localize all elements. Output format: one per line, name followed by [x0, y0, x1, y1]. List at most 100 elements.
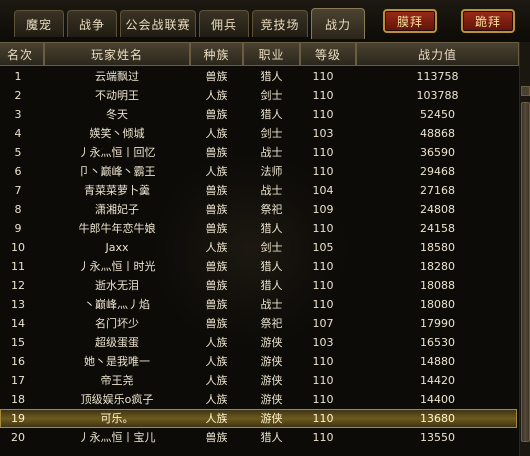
level-cell: 109: [312, 203, 334, 216]
profession-cell: 战士: [260, 146, 283, 159]
player-name-cell: 丶巅峰灬丿焰: [84, 298, 150, 311]
power-cell: 18280: [420, 260, 455, 273]
table-row[interactable]: 15 超级蛋蛋 人族 游侠 103 16530: [0, 333, 517, 352]
profession-cell: 猎人: [260, 108, 283, 121]
level-cell: 107: [312, 317, 334, 330]
table-row[interactable]: 4 媖笑丶倾城 人族 剑士 103 48868: [0, 124, 517, 143]
table-row[interactable]: 11 丿永灬恒丨时光 兽族 猎人 110 18280: [0, 257, 517, 276]
profession-cell: 战士: [260, 184, 283, 197]
scrollbar-thumb[interactable]: [521, 102, 530, 442]
rank-cell: 17: [11, 374, 25, 387]
race-cell: 兽族: [205, 298, 228, 311]
power-cell: 14420: [420, 374, 455, 387]
profession-cell: 游侠: [260, 374, 283, 387]
table-row[interactable]: 6 卩丶巅峰丶霸王 人族 法师 110 29468: [0, 162, 517, 181]
profession-cell: 猎人: [260, 70, 283, 83]
column-header-power[interactable]: 战力值: [356, 42, 519, 66]
tab-guild-war-league[interactable]: 公会战联赛: [120, 10, 196, 37]
player-name-cell: 顶级娱乐o疯子: [80, 393, 154, 406]
player-name-cell: 云端飘过: [95, 70, 139, 83]
table-row[interactable]: 12 逝水无泪 兽族 猎人 110 18088: [0, 276, 517, 295]
race-cell: 人族: [205, 393, 228, 406]
profession-cell: 游侠: [260, 412, 283, 425]
power-cell: 29468: [420, 165, 455, 178]
table-row[interactable]: 20 丿永灬恒丨宝儿 兽族 猎人 110 13550: [0, 428, 517, 447]
level-cell: 110: [312, 165, 334, 178]
power-cell: 18088: [420, 279, 455, 292]
table-row[interactable]: 16 她丶是我唯一 人族 游侠 110 14880: [0, 352, 517, 371]
tab-power[interactable]: 战力: [311, 8, 365, 39]
level-cell: 110: [312, 298, 334, 311]
column-header-race[interactable]: 种族: [190, 42, 243, 66]
profession-cell: 剑士: [260, 241, 283, 254]
profession-cell: 剑士: [260, 89, 283, 102]
column-header-profession[interactable]: 职业: [243, 42, 300, 66]
profession-cell: 战士: [260, 298, 283, 311]
table-row[interactable]: 18 顶级娱乐o疯子 人族 游侠 110 14400: [0, 390, 517, 409]
rank-cell: 13: [11, 298, 25, 311]
table-row[interactable]: 5 丿永灬恒丨回忆 兽族 战士 110 36590: [0, 143, 517, 162]
table-row[interactable]: 7 青菜菜萝卜羹 兽族 战士 104 27168: [0, 181, 517, 200]
tab-mercenary[interactable]: 佣兵: [199, 10, 249, 37]
power-cell: 24808: [420, 203, 455, 216]
power-cell: 27168: [420, 184, 455, 197]
table-row[interactable]: 19 可乐。 人族 游侠 110 13680: [0, 409, 517, 428]
column-header-name[interactable]: 玩家姓名: [44, 42, 190, 66]
tab-bar: 魔宠 战争 公会战联赛 佣兵 竞技场 战力 膜拜 跪拜: [0, 0, 530, 41]
level-cell: 110: [312, 279, 334, 292]
column-header-rank[interactable]: 名次: [0, 42, 44, 66]
rank-cell: 15: [11, 336, 25, 349]
scroll-up-arrow-icon[interactable]: [521, 86, 530, 96]
profession-cell: 游侠: [260, 355, 283, 368]
race-cell: 兽族: [205, 108, 228, 121]
table-row[interactable]: 10 Jaxx 人族 剑士 105 18580: [0, 238, 517, 257]
level-cell: 110: [312, 393, 334, 406]
profession-cell: 游侠: [260, 336, 283, 349]
tab-pet[interactable]: 魔宠: [14, 10, 64, 37]
level-cell: 110: [312, 260, 334, 273]
player-name-cell: 名门坏少: [95, 317, 139, 330]
rank-cell: 9: [14, 222, 22, 235]
profession-cell: 剑士: [260, 127, 283, 140]
profession-cell: 祭祀: [260, 203, 283, 216]
ranking-table-body: 1 云端飘过 兽族 猎人 110 113758 2 不动明王 人族 剑士 110 103788 3 冬天兽…: [0, 67, 517, 447]
table-header: 名次 玩家姓名 种族 职业 等级 战力值: [0, 42, 530, 67]
profession-cell: 猎人: [260, 222, 283, 235]
race-cell: 人族: [205, 374, 228, 387]
profession-cell: 猎人: [260, 431, 283, 444]
table-row[interactable]: 17 帝王尧 人族 游侠 110 14420: [0, 371, 517, 390]
player-name-cell: 逝水无泪: [95, 279, 139, 292]
power-cell: 48868: [420, 127, 455, 140]
level-cell: 103: [312, 336, 334, 349]
rank-cell: 11: [11, 260, 25, 273]
table-row[interactable]: 13 丶巅峰灬丿焰 兽族 战士 110 18080: [0, 295, 517, 314]
table-row[interactable]: 9 牛郎牛年恋牛娘 兽族 猎人 110 24158: [0, 219, 517, 238]
profession-cell: 祭祀: [260, 317, 283, 330]
scrollbar[interactable]: [519, 42, 530, 456]
power-cell: 103788: [416, 89, 459, 102]
player-name-cell: 丿永灬恒丨宝儿: [78, 431, 156, 444]
table-row[interactable]: 14 名门坏少 兽族 祭祀 107 17990: [0, 314, 517, 333]
rank-cell: 20: [11, 431, 25, 444]
worship-button[interactable]: 膜拜: [383, 9, 437, 33]
tab-arena[interactable]: 竞技场: [252, 10, 308, 37]
race-cell: 兽族: [205, 222, 228, 235]
race-cell: 人族: [205, 89, 228, 102]
level-cell: 110: [312, 412, 334, 425]
level-cell: 104: [312, 184, 334, 197]
player-name-cell: 不动明王: [95, 89, 139, 102]
table-row[interactable]: 3 冬天 兽族 猎人 110 52450: [0, 105, 517, 124]
race-cell: 兽族: [205, 184, 228, 197]
table-row[interactable]: 8 潇湘妃子 兽族 祭祀 109 24808: [0, 200, 517, 219]
rank-cell: 2: [14, 89, 22, 102]
race-cell: 兽族: [205, 279, 228, 292]
player-name-cell: 牛郎牛年恋牛娘: [78, 222, 156, 235]
kneel-button[interactable]: 跪拜: [461, 9, 515, 33]
table-row[interactable]: 1 云端飘过 兽族 猎人 110 113758: [0, 67, 517, 86]
table-row[interactable]: 2 不动明王 人族 剑士 110 103788: [0, 86, 517, 105]
column-header-level[interactable]: 等级: [300, 42, 356, 66]
power-cell: 36590: [420, 146, 455, 159]
power-cell: 18080: [420, 298, 455, 311]
tab-war[interactable]: 战争: [67, 10, 117, 37]
player-name-cell: 可乐。: [100, 412, 134, 425]
